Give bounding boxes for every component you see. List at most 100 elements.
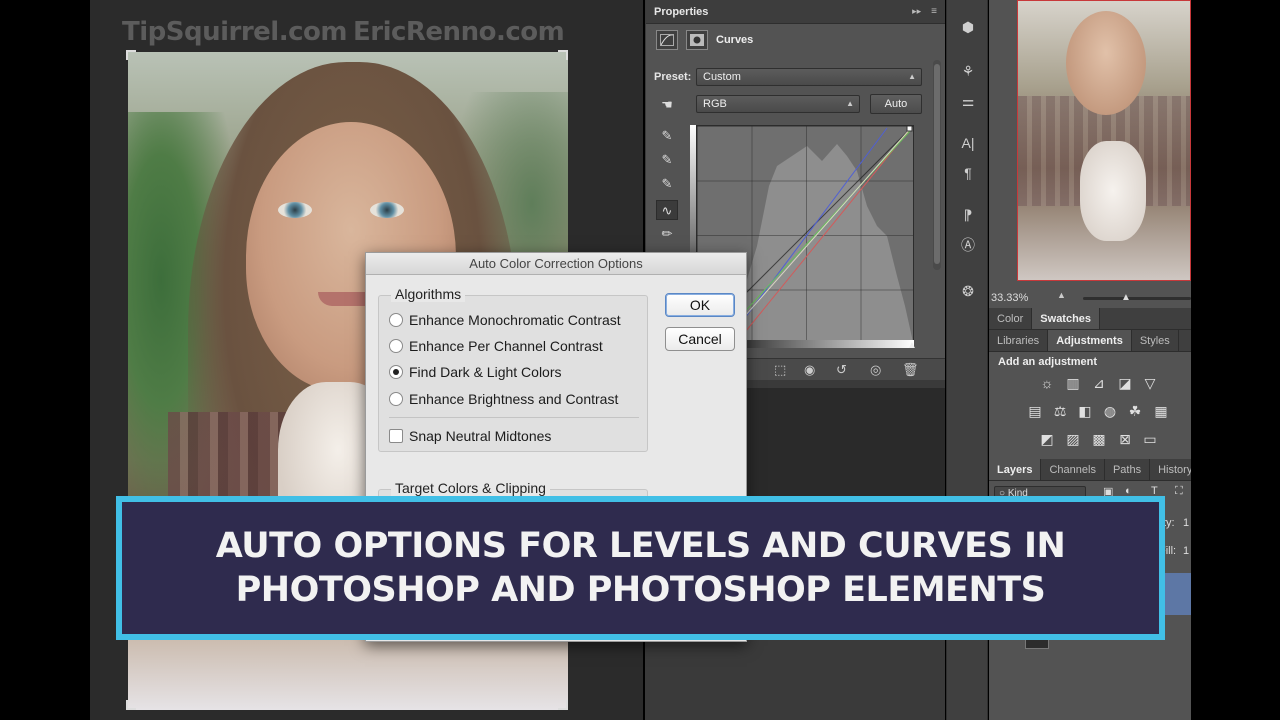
- option-label: Enhance Brightness and Contrast: [409, 391, 619, 407]
- banner-line-2: PHOTOSHOP AND PHOTOSHOP ELEMENTS: [235, 570, 1046, 610]
- snap-label: Snap Neutral Midtones: [409, 428, 552, 444]
- dialog-title: Auto Color Correction Options: [366, 253, 746, 275]
- 3d-cube-icon[interactable]: ⬢: [956, 16, 980, 38]
- eye-right: [370, 202, 404, 218]
- watermark-tipsquirrel: TipSquirrel.com: [122, 17, 347, 47]
- watermark-ericrenno: EricRenno.com: [353, 17, 565, 47]
- banner-title: AUTO OPTIONS FOR LEVELS AND CURVES IN PH…: [216, 524, 1066, 612]
- clone-source-icon[interactable]: ❂: [956, 280, 980, 302]
- checkbox[interactable]: [389, 429, 403, 443]
- curves-icon[interactable]: ⊿: [1089, 374, 1109, 392]
- delete-trash-icon[interactable]: 🗑: [902, 362, 919, 378]
- brightness-contrast-icon[interactable]: ☼: [1037, 374, 1057, 392]
- channel-mixer-icon[interactable]: ☘: [1125, 402, 1145, 420]
- navigator-thumbnail[interactable]: [1017, 0, 1191, 281]
- option-dark-light[interactable]: Find Dark & Light Colors: [389, 364, 562, 380]
- channel-select[interactable]: RGB ▲: [696, 95, 860, 113]
- pencil-draw-icon[interactable]: ✏: [656, 224, 678, 244]
- gradient-map-icon[interactable]: ▭: [1140, 430, 1160, 448]
- tab-swatches[interactable]: Swatches: [1032, 308, 1101, 329]
- crop-handle-br[interactable]: [558, 700, 568, 710]
- option-per-channel[interactable]: Enhance Per Channel Contrast: [389, 338, 603, 354]
- tab-libraries[interactable]: Libraries: [989, 330, 1049, 351]
- view-previous-state-icon[interactable]: ◉: [804, 362, 815, 378]
- preset-select[interactable]: Custom ▲: [696, 68, 922, 86]
- tab-layers[interactable]: Layers: [989, 459, 1042, 480]
- zoom-slider-track[interactable]: [1083, 297, 1191, 300]
- select-arrows-icon: ▲: [846, 99, 854, 108]
- hue-saturation-icon[interactable]: ▤: [1025, 402, 1045, 420]
- tab-properties[interactable]: Properties: [654, 6, 708, 18]
- preset-value: Custom: [703, 71, 741, 83]
- exposure-icon[interactable]: ◪: [1115, 374, 1135, 392]
- character-styles-icon[interactable]: Ⓐ: [956, 234, 980, 256]
- white-point-slider-icon[interactable]: ▲: [907, 340, 917, 351]
- shape-layer-filter-icon[interactable]: ⛶: [1175, 485, 1183, 498]
- adjust-sliders-icon[interactable]: ⚌: [956, 90, 980, 112]
- black-point-eyedropper-icon[interactable]: ✎: [656, 126, 678, 146]
- character-icon[interactable]: A|: [956, 132, 980, 154]
- on-image-adjust-hand-icon[interactable]: ☚: [656, 95, 678, 115]
- color-lookup-icon[interactable]: ▦: [1151, 402, 1171, 420]
- crop-handle-tl[interactable]: [126, 50, 136, 60]
- letterbox-left: [0, 0, 90, 720]
- snap-neutral-midtones[interactable]: Snap Neutral Midtones: [389, 428, 551, 444]
- fill-value[interactable]: 1: [1183, 545, 1189, 557]
- auto-button[interactable]: Auto: [870, 94, 922, 114]
- visibility-eye-icon[interactable]: ◎: [870, 362, 881, 378]
- levels-icon[interactable]: ▥: [1063, 374, 1083, 392]
- panel-menu-icon[interactable]: ≡: [931, 6, 937, 17]
- selective-color-icon[interactable]: ⊠: [1115, 430, 1135, 448]
- curve-points-tool-icon[interactable]: ∿: [656, 200, 678, 220]
- opacity-value[interactable]: 1: [1183, 517, 1189, 529]
- tab-paths[interactable]: Paths: [1105, 459, 1151, 480]
- crop-handle-bl[interactable]: [126, 700, 136, 710]
- vibrance-icon[interactable]: ▽: [1140, 374, 1160, 392]
- reset-icon[interactable]: ↺: [836, 362, 847, 378]
- curves-header: Curves: [656, 30, 753, 50]
- radio-button[interactable]: [389, 339, 403, 353]
- posterize-icon[interactable]: ▨: [1063, 430, 1083, 448]
- photo-filter-icon[interactable]: ◍: [1100, 402, 1120, 420]
- tab-adjustments[interactable]: Adjustments: [1048, 330, 1132, 351]
- select-arrows-icon: ▲: [908, 72, 916, 81]
- cancel-button[interactable]: Cancel: [665, 327, 735, 351]
- option-label: Enhance Monochromatic Contrast: [409, 312, 621, 328]
- tab-channels[interactable]: Channels: [1041, 459, 1105, 480]
- ok-button[interactable]: OK: [665, 293, 735, 317]
- white-point-eyedropper-icon[interactable]: ✎: [656, 174, 678, 194]
- separator: [389, 417, 639, 418]
- radio-button[interactable]: [389, 392, 403, 406]
- zoom-slider-thumb[interactable]: ▲: [1121, 292, 1131, 303]
- algorithms-group: Algorithms Enhance Monochromatic Contras…: [378, 286, 648, 452]
- paragraph-icon[interactable]: ¶: [956, 162, 980, 184]
- mask-icon[interactable]: [686, 30, 708, 50]
- invert-icon[interactable]: ◩: [1037, 430, 1057, 448]
- tab-color[interactable]: Color: [989, 308, 1033, 329]
- black-white-icon[interactable]: ◧: [1075, 402, 1095, 420]
- curves-adjustment-icon: [656, 30, 678, 50]
- radio-button[interactable]: [389, 313, 403, 327]
- channel-value: RGB: [703, 98, 727, 110]
- properties-tabbar: Properties ▸▸ ≡: [646, 0, 945, 24]
- gray-point-eyedropper-icon[interactable]: ✎: [656, 150, 678, 170]
- threshold-icon[interactable]: ▩: [1089, 430, 1109, 448]
- zoom-out-mountain-icon[interactable]: ▲: [1057, 290, 1066, 300]
- radio-button-selected[interactable]: [389, 365, 403, 379]
- option-brightness-contrast[interactable]: Enhance Brightness and Contrast: [389, 391, 618, 407]
- tab-styles[interactable]: Styles: [1132, 330, 1179, 351]
- panel-collapse-icon[interactable]: ▸▸: [912, 6, 921, 17]
- tool-presets-icon[interactable]: ⚘: [956, 60, 980, 82]
- color-balance-icon[interactable]: ⚖: [1050, 402, 1070, 420]
- layers-tabs: Layers Channels Paths History: [989, 459, 1202, 481]
- color-swatches-tabs: Color Swatches: [989, 308, 1191, 330]
- scrollbar-thumb[interactable]: [934, 64, 940, 264]
- paragraph-styles-icon[interactable]: ⁋: [956, 204, 980, 226]
- option-monochromatic[interactable]: Enhance Monochromatic Contrast: [389, 312, 621, 328]
- curves-title: Curves: [716, 34, 754, 46]
- add-adjustment-heading: Add an adjustment: [998, 356, 1098, 368]
- clip-to-layer-icon[interactable]: ⬚: [774, 362, 786, 378]
- crop-handle-tr[interactable]: [558, 50, 568, 60]
- zoom-value[interactable]: 33.33%: [991, 292, 1028, 304]
- properties-scrollbar[interactable]: [933, 60, 941, 270]
